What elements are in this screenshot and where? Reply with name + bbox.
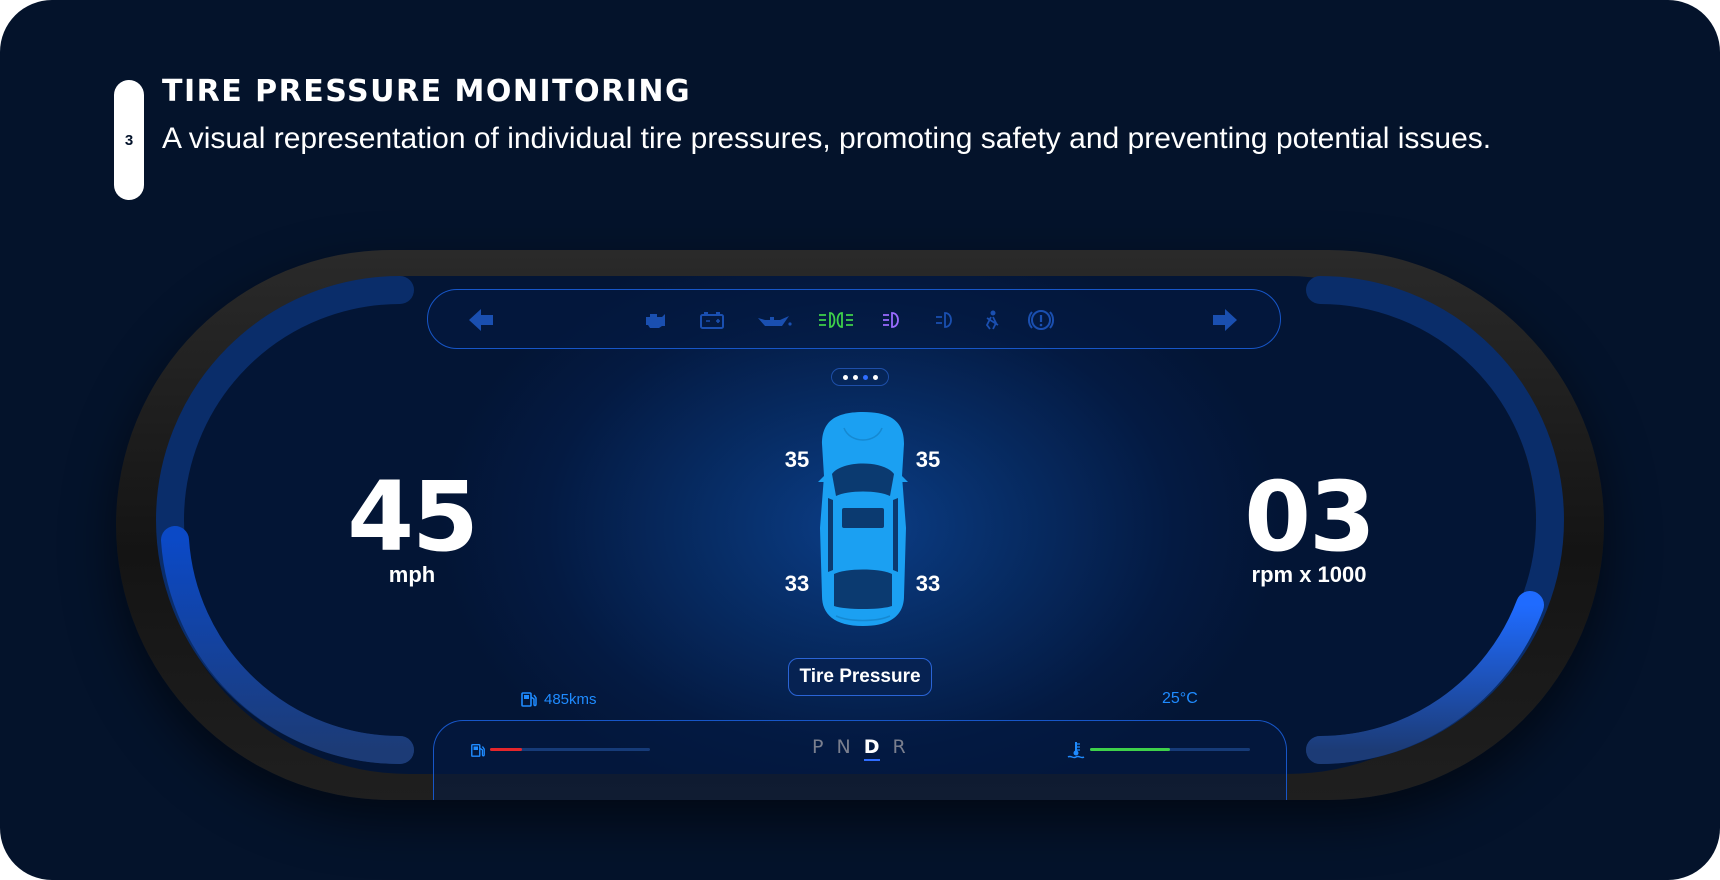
gear-p[interactable]: P <box>812 736 824 761</box>
coolant-gauge <box>1090 748 1250 751</box>
seatbelt-icon <box>980 290 1004 350</box>
tire-rear-right: 33 <box>915 571 941 596</box>
speed-value: 45 <box>347 461 479 573</box>
gear-n[interactable]: N <box>836 736 851 761</box>
tire-front-left: 35 <box>784 447 810 472</box>
pager-dot[interactable] <box>862 374 868 380</box>
pager-dot[interactable] <box>872 374 878 380</box>
rpm-arc-fill <box>1306 591 1544 764</box>
fuel-gauge-fill <box>490 748 522 751</box>
gear-d[interactable]: D <box>863 736 881 761</box>
fog-light-icon <box>932 290 958 350</box>
fuel-gauge <box>490 748 650 751</box>
right-turn-arrow-icon <box>1210 290 1240 350</box>
tire-front-right: 35 <box>915 447 941 472</box>
left-turn-arrow-icon <box>466 290 496 350</box>
screen-pager[interactable] <box>831 368 889 386</box>
range-readout: 485kms <box>520 688 597 710</box>
headlights-icon <box>816 290 856 350</box>
coolant-gauge-fill <box>1090 748 1170 751</box>
car-top-view-icon <box>818 412 908 626</box>
slide-card: 3 TIRE PRESSURE MONITORING A visual repr… <box>0 0 1720 880</box>
pager-dot[interactable] <box>842 374 848 380</box>
rpm-value: 03 <box>1244 461 1376 573</box>
oil-can-icon <box>756 290 792 350</box>
tire-pressure-button[interactable]: Tire Pressure <box>788 658 932 696</box>
engine-icon <box>642 290 670 350</box>
pager-dot[interactable] <box>852 374 858 380</box>
gear-selector[interactable]: PNDR <box>812 736 907 761</box>
fuel-pump-icon <box>521 692 537 707</box>
tire-rear-left: 33 <box>784 571 810 596</box>
indicator-bar <box>427 289 1281 349</box>
temperature-value: 25°C <box>1162 690 1198 707</box>
rpm-unit: rpm x 1000 <box>1251 562 1367 587</box>
brake-warning-icon <box>1026 290 1056 350</box>
range-value: 485kms <box>544 690 597 708</box>
speed-unit: mph <box>388 562 436 587</box>
battery-icon <box>698 290 726 350</box>
high-beam-icon <box>878 290 906 350</box>
fuel-gauge-icon <box>471 743 485 757</box>
coolant-temperature-icon <box>1067 742 1085 759</box>
gear-r[interactable]: R <box>892 736 906 761</box>
